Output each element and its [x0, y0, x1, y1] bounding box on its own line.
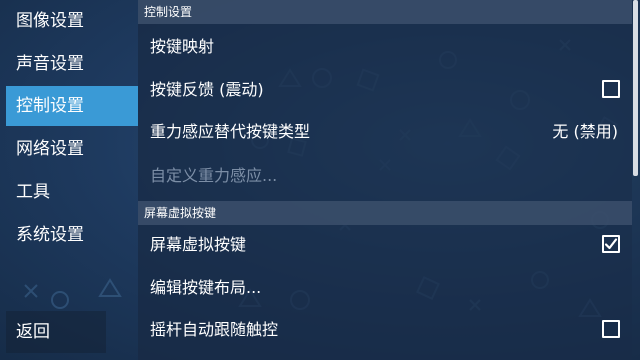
sidebar-item-system[interactable]: 系统设置	[6, 215, 138, 255]
edit-layout-label: 编辑按键布局...	[150, 278, 262, 297]
show-touch-controls-label: 屏幕虚拟按键	[150, 235, 247, 254]
haptic-feedback-checkbox[interactable]	[602, 80, 620, 98]
edit-layout-row[interactable]: 编辑按键布局...	[138, 269, 632, 307]
sidebar-item-tools[interactable]: 工具	[6, 172, 138, 212]
show-touch-controls-row[interactable]: 屏幕虚拟按键	[138, 226, 632, 264]
checkmark-icon	[604, 238, 618, 250]
key-mapping-row[interactable]: 按键映射	[138, 28, 632, 66]
sidebar-item-graphics[interactable]: 图像设置	[6, 1, 138, 41]
settings-panel: 控制设置 按键映射 按键反馈 (震动) 重力感应替代按键类型 无 (禁用) 自定…	[138, 0, 632, 360]
joystick-follow-touch-row[interactable]: 摇杆自动跟随触控	[138, 311, 632, 349]
panel-scrollbar[interactable]	[632, 0, 640, 360]
joystick-follow-touch-label: 摇杆自动跟随触控	[150, 320, 279, 339]
haptic-feedback-row[interactable]: 按键反馈 (震动)	[138, 71, 632, 109]
section-header-controls: 控制设置	[138, 0, 632, 24]
scrollbar-thumb[interactable]	[633, 0, 638, 176]
key-mapping-label: 按键映射	[150, 37, 215, 56]
sidebar-item-audio[interactable]: 声音设置	[6, 44, 138, 84]
joystick-follow-touch-checkbox[interactable]	[602, 320, 620, 338]
sidebar-item-network[interactable]: 网络设置	[6, 129, 138, 169]
custom-tilt-label: 自定义重力感应...	[150, 166, 278, 185]
custom-tilt-row: 自定义重力感应...	[138, 157, 632, 195]
tilt-input-type-label: 重力感应替代按键类型	[150, 122, 311, 141]
tilt-input-type-value: 无 (禁用)	[552, 122, 618, 141]
haptic-feedback-label: 按键反馈 (震动)	[150, 80, 264, 99]
tilt-input-type-row[interactable]: 重力感应替代按键类型 无 (禁用)	[138, 113, 632, 151]
sidebar-item-controls[interactable]: 控制设置	[6, 86, 138, 126]
back-button[interactable]: 返回	[6, 311, 106, 353]
settings-sidebar: 图像设置 声音设置 控制设置 网络设置 工具 系统设置 返回	[0, 0, 138, 360]
section-header-touch-controls: 屏幕虚拟按键	[138, 201, 632, 225]
show-touch-controls-checkbox[interactable]	[602, 235, 620, 253]
